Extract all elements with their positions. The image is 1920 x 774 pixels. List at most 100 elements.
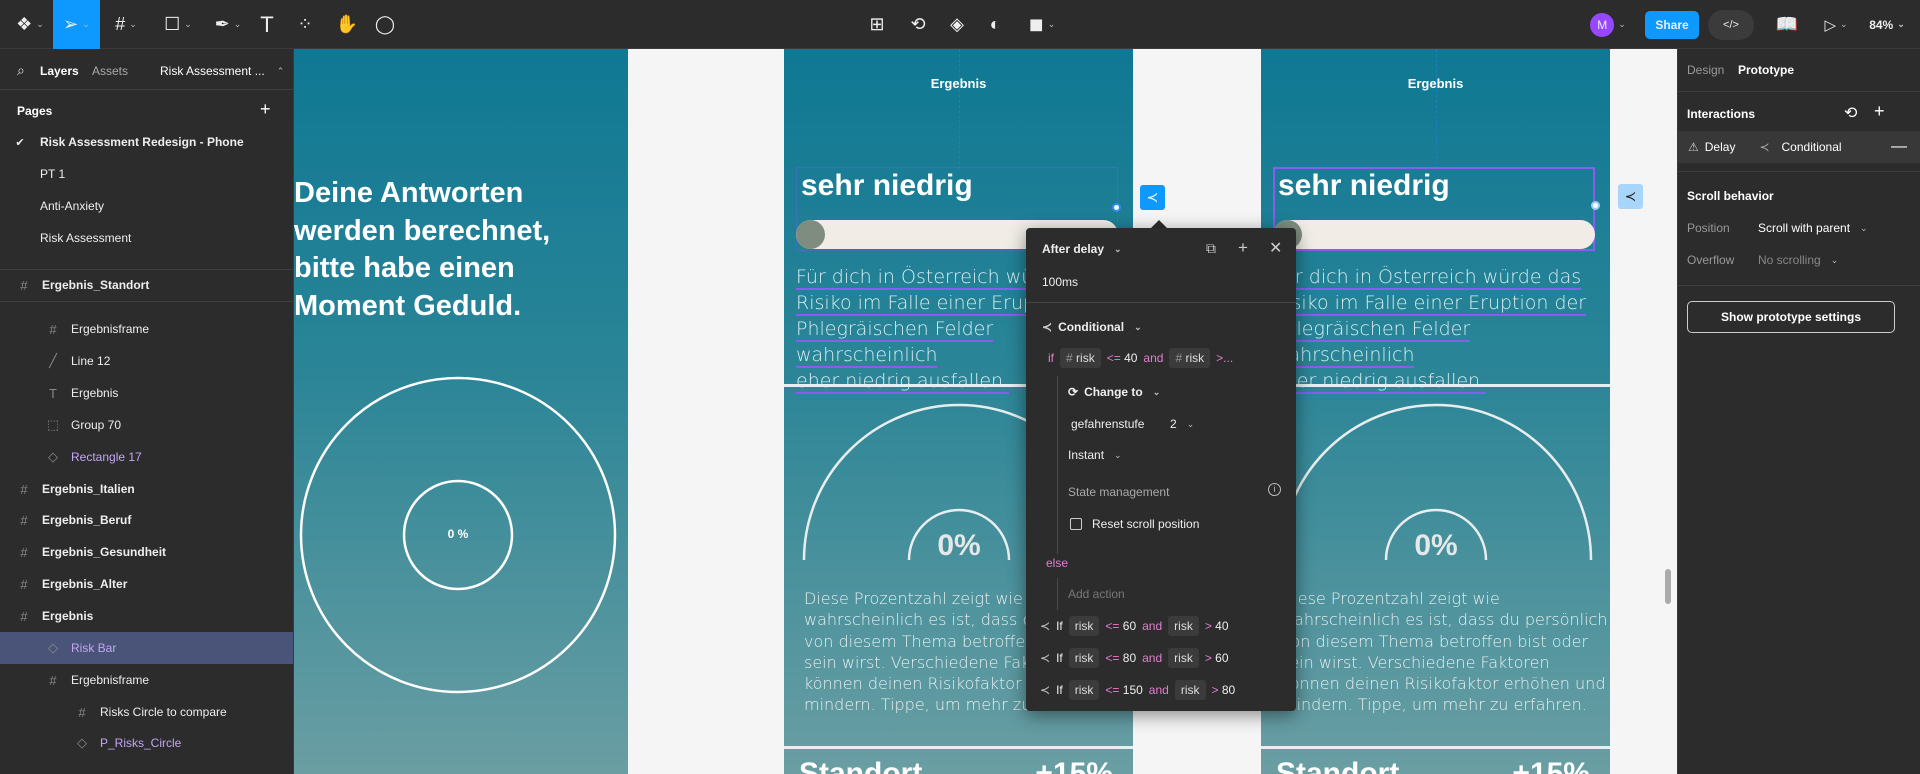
layer-item[interactable]: # Ergebnis (0, 600, 293, 632)
variable-pill[interactable]: risk (1068, 616, 1100, 636)
conditional-branch[interactable]: ≺ If risk <= 60 and risk > 40 (1040, 616, 1229, 636)
layer-item[interactable]: ⬚ Group 70 (0, 409, 293, 441)
text-icon[interactable]: T (252, 0, 282, 49)
result-frame[interactable]: Ergebnis sehr niedrig Für dich in Österr… (1261, 49, 1610, 774)
text-line: von diesem Thema betroffen bist oder (1281, 631, 1589, 651)
search-icon[interactable]: ⌕ (17, 62, 25, 79)
loading-frame[interactable]: Deine Antworten werden berechnet, bitte … (294, 49, 628, 774)
layer-item[interactable]: # Ergebnis_Alter (0, 568, 293, 600)
prototype-flow-icon[interactable]: ⟲ (903, 0, 933, 49)
layer-item[interactable]: # Risks Circle to compare (0, 696, 293, 728)
components-icon[interactable]: ⁘ (290, 0, 320, 49)
figma-menu-icon[interactable]: ❖ ⌄ (10, 0, 50, 49)
conditional-branch[interactable]: ≺ If risk <= 80 and risk > 60 (1040, 648, 1229, 668)
position-dropdown[interactable]: Scroll with parent ⌄ (1758, 221, 1868, 235)
risk-description: Diese Prozentzahl zeigt wie wahrscheinlic… (1281, 588, 1608, 716)
conditional-branch[interactable]: ≺ If risk <= 150 and risk > 80 (1040, 680, 1235, 700)
action-dropdown[interactable]: ≺ Conditional ⌄ (1042, 320, 1142, 334)
frame-icon: # (20, 544, 28, 560)
tab-design[interactable]: Design (1687, 63, 1724, 77)
variable-pill[interactable]: risk (1174, 680, 1206, 700)
zoom-dropdown[interactable]: 84% ⌄ (1862, 0, 1912, 49)
divider (1678, 91, 1920, 92)
layer-item[interactable]: # Ergebnis_Italien (0, 473, 293, 505)
layout-grid-icon[interactable]: ⊞ (862, 0, 892, 49)
avatar[interactable]: M ⌄ (1588, 0, 1628, 49)
page-item[interactable]: Risk Assessment (0, 222, 293, 254)
change-to-dropdown[interactable]: ⟳ Change to ⌄ (1068, 385, 1160, 399)
hand-icon[interactable]: ✋ (332, 0, 362, 49)
page-label: Risk Assessment Redesign - Phone (40, 135, 244, 149)
info-icon[interactable]: i (1268, 483, 1281, 496)
conditional-node-icon[interactable]: ≺ (1140, 185, 1165, 210)
move-tool-button[interactable]: ➢ ⌄ (53, 0, 100, 49)
canvas-scrollbar[interactable] (1665, 569, 1671, 604)
library-icon[interactable]: 📖 (1772, 0, 1802, 49)
tab-layers[interactable]: Layers (40, 64, 79, 78)
text-line: wahrscheinlich es ist, dass du persönlic… (1281, 610, 1608, 630)
variable-pill[interactable]: risk (1168, 616, 1199, 636)
transition-dropdown[interactable]: Instant ⌄ (1068, 448, 1122, 462)
scroll-behavior-heading: Scroll behavior (1687, 189, 1774, 203)
add-page-icon[interactable]: + (260, 99, 271, 120)
page-item[interactable]: PT 1 (0, 158, 293, 190)
tab-prototype[interactable]: Prototype (1738, 63, 1794, 77)
variable-pill[interactable]: # risk (1169, 348, 1211, 368)
pen-tool-button[interactable]: ✒ ⌄ (208, 0, 248, 49)
show-prototype-settings-button[interactable]: Show prototype settings (1687, 301, 1895, 333)
interactions-heading: Interactions (1687, 107, 1756, 121)
file-pages-toggle[interactable]: Risk Assessment ... ⌃ (160, 64, 284, 78)
conditional-icon: ≺ (1040, 619, 1051, 633)
add-action-button[interactable]: Add action (1068, 587, 1125, 601)
if-condition[interactable]: if # risk <= 40 and # risk >... (1048, 348, 1233, 368)
frame-tool-button[interactable]: # ⌄ (106, 0, 146, 49)
component-set-icon[interactable]: ◈ (942, 0, 972, 49)
flow-icon[interactable]: ⟲ (1844, 103, 1857, 123)
layer-item[interactable]: ◇ Risk Bar (0, 632, 293, 664)
layer-item[interactable]: # Ergebnis_Beruf (0, 504, 293, 536)
reset-scroll-checkbox[interactable]: Reset scroll position (1070, 517, 1199, 531)
comment-icon[interactable]: ◯ (370, 0, 400, 49)
layer-item[interactable]: # Ergebnis_Standort (0, 269, 293, 301)
page-item[interactable]: ✔ Risk Assessment Redesign - Phone (0, 126, 293, 158)
present-button[interactable]: ▷ ⌄ (1818, 0, 1854, 49)
page-label: PT 1 (40, 167, 66, 181)
layer-item[interactable]: ◇ P_Risks_Circle (0, 727, 293, 759)
layer-item[interactable]: ◇ Rectangle 17 (0, 441, 293, 473)
footer-label: Standort (1276, 757, 1400, 774)
add-icon[interactable]: + (1238, 238, 1248, 258)
connection-handle[interactable] (1112, 203, 1121, 212)
page-item[interactable]: Anti-Anxiety (0, 190, 293, 222)
text-line: sein wirst. Verschiedene Faktoren (1281, 652, 1550, 672)
remove-interaction-icon[interactable]: — (1891, 138, 1907, 156)
layer-label: Ergebnis_Gesundheit (42, 545, 167, 559)
add-interaction-icon[interactable]: + (1874, 101, 1885, 122)
layer-item[interactable]: ╱ Line 12 (0, 345, 293, 377)
rectangle-tool-button[interactable]: ☐ ⌄ (158, 0, 198, 49)
contrast-icon[interactable]: ◐ (980, 0, 1010, 49)
overflow-dropdown[interactable]: No scrolling ⌄ (1758, 253, 1838, 267)
checkbox-icon[interactable] (1070, 518, 1082, 530)
divider (1261, 746, 1610, 749)
layer-item[interactable]: T Ergebnis (0, 377, 293, 409)
duplicate-icon[interactable]: ⧉ (1206, 240, 1216, 257)
variable-value-dropdown[interactable]: 2 ⌄ (1170, 417, 1194, 431)
connection-handle[interactable] (1591, 201, 1600, 210)
layer-item[interactable]: # Ergebnis_Gesundheit (0, 536, 293, 568)
conditional-node-icon[interactable]: ≺ (1618, 184, 1643, 209)
boolean-icon[interactable]: ◼ ⌄ (1020, 0, 1064, 49)
share-button[interactable]: Share (1645, 11, 1699, 39)
layer-item[interactable]: # Ergebnisframe (0, 664, 293, 696)
delay-input[interactable]: 100ms (1042, 275, 1078, 289)
variable-pill[interactable]: risk (1068, 680, 1100, 700)
variable-pill[interactable]: risk (1068, 648, 1100, 668)
close-icon[interactable]: ✕ (1269, 238, 1282, 258)
layer-label: Risk Bar (71, 641, 117, 655)
tab-assets[interactable]: Assets (92, 64, 128, 78)
interaction-row[interactable]: ⚠ Delay ≺ Conditional — (1678, 131, 1920, 163)
layer-item[interactable]: # Ergebnisframe (0, 313, 293, 345)
variable-pill[interactable]: risk (1168, 648, 1199, 668)
variable-pill[interactable]: # risk (1060, 348, 1101, 368)
trigger-dropdown[interactable]: After delay ⌄ (1042, 242, 1122, 256)
dev-mode-toggle[interactable]: </> (1708, 10, 1754, 40)
